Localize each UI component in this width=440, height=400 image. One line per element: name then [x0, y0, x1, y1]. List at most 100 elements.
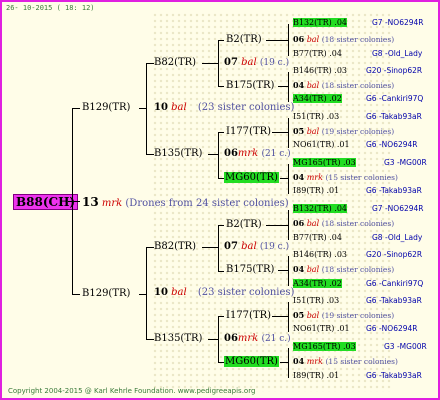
root-queen[interactable]: B88(CH) [13, 194, 79, 210]
gen1-code: mrk [101, 198, 123, 209]
upper-b2-number: 06 [293, 34, 305, 44]
lower-mg60-bot-label[interactable]: I89(TR) .01 [293, 372, 339, 380]
lower-b2-bot-label[interactable]: B77(TR) .04 [293, 234, 342, 242]
upper-b2-top: B132(TR) .04 [293, 18, 348, 27]
upper-a-vertical [218, 40, 219, 87]
upper-b175-vertical [288, 72, 289, 102]
lower-b175-top-label[interactable]: B146(TR) .03 [293, 251, 347, 259]
lower-b175-bot-beekeeper[interactable]: G6 -Cankiri97Q [366, 280, 423, 288]
lower-i177-top-beekeeper[interactable]: G6 -Takab93aR [366, 297, 422, 305]
lower-b2-top-beekeeper[interactable]: G7 -NO6294R [372, 205, 424, 213]
lower-queen[interactable]: B129(TR) [82, 289, 130, 299]
lower-i177-code: bal [306, 311, 320, 320]
lower-a-top-connector [218, 225, 224, 226]
pedigree-frame: 26- 10-2015 ( 18: 12) B88(CH) 13 mrk (Dr… [0, 0, 440, 400]
lower-b2-code: bal [306, 219, 320, 228]
upper-b2-queen[interactable]: B2(TR) [226, 35, 262, 45]
upper-b-note: (21 c.) [261, 149, 291, 159]
lower-mg60-top-beekeeper[interactable]: G3 -MG00R [384, 343, 427, 351]
upper-mg60-vertical [288, 164, 289, 194]
upper-i177-queen[interactable]: I177(TR) [226, 127, 271, 137]
upper-mg60-code: mrk [306, 173, 323, 182]
date-stamp: 26- 10-2015 ( 18: 12) [6, 4, 95, 12]
upper-b175-bot-beekeeper[interactable]: G6 -Cankiri97Q [366, 95, 423, 103]
upper-a-queen[interactable]: B82(TR) [154, 58, 196, 68]
upper-i177-vertical [288, 118, 289, 148]
upper-a-bottom-connector [218, 86, 224, 87]
gen1-note: (Drones from 24 sister colonies) [125, 198, 289, 209]
upper-b175-top-beekeeper[interactable]: G20 -Sinop62R [366, 67, 422, 75]
gen1-number: 13 [82, 195, 99, 209]
upper-b175-top-label[interactable]: B146(TR) .03 [293, 67, 347, 75]
upper-a-link [202, 63, 218, 64]
lower-b2-queen[interactable]: B2(TR) [226, 220, 262, 230]
lower-b-note: (21 c.) [261, 334, 291, 344]
upper-i177-number: 05 [293, 126, 305, 136]
lower-a-queen[interactable]: B82(TR) [154, 242, 196, 252]
lower-mg60-info: 04 mrk (15 sister colonies) [293, 357, 398, 366]
lower-i177-queen[interactable]: I177(TR) [226, 311, 271, 321]
upper-b175-number: 04 [293, 80, 305, 90]
upper-mg60-number: 04 [293, 172, 305, 182]
upper-mg60-info: 04 mrk (15 sister colonies) [293, 173, 398, 182]
upper-b2-top-label[interactable]: B132(TR) .04 [293, 18, 348, 27]
upper-b-link [208, 154, 218, 155]
upper-i177-bot-label[interactable]: NO61(TR) .01 [293, 141, 350, 149]
lower-i177-bot-label[interactable]: NO61(TR) .01 [293, 325, 350, 333]
lower-b-info: 06mrk (21 c.) [224, 334, 291, 344]
upper-i177-note: (19 sister colonies) [321, 127, 395, 136]
upper-i177-top-beekeeper[interactable]: G6 -Takab93aR [366, 113, 422, 121]
upper-i177-top-label[interactable]: I51(TR) .03 [293, 113, 339, 121]
upper-mg60-top-label[interactable]: MG165(TR) .03 [293, 158, 356, 167]
lower-b-queen[interactable]: B135(TR) [154, 334, 202, 344]
lower-mg60-link [280, 362, 288, 363]
lower-b2-top: B132(TR) .04 [293, 204, 348, 213]
lower-mg60-code: mrk [306, 357, 323, 366]
upper-b-top-connector [218, 132, 224, 133]
lower-mg60-bot-beekeeper[interactable]: G6 -Takab93aR [366, 372, 422, 380]
lower-a-code: bal [241, 241, 257, 252]
lower-b2-info: 06 bal (18 sister colonies) [293, 219, 394, 228]
lower-info: 10 bal (23 sister colonies) [154, 288, 294, 298]
upper-a-note: (19 c.) [259, 58, 290, 68]
lower-b-top-connector [218, 316, 224, 317]
lower-b175-bot-label[interactable]: A34(TR) .02 [293, 279, 342, 288]
upper-b-connector [146, 154, 154, 155]
lower-note: (23 sister colonies) [197, 287, 295, 298]
upper-b2-top-beekeeper[interactable]: G7 -NO6294R [372, 19, 424, 27]
lower-mg60-top-label[interactable]: MG165(TR) .03 [293, 342, 356, 351]
upper-mg60-bot-label[interactable]: I89(TR) .01 [293, 187, 339, 195]
root-connector [68, 201, 80, 202]
upper-b2-bot-label[interactable]: B77(TR) .04 [293, 50, 342, 58]
lower-vertical-line [146, 247, 147, 340]
lower-b175-note: (18 sister colonies) [321, 265, 395, 274]
upper-b-queen[interactable]: B135(TR) [154, 149, 202, 159]
upper-mg60-top-beekeeper[interactable]: G3 -MG00R [384, 159, 427, 167]
lower-b175-queen[interactable]: B175(TR) [226, 265, 274, 275]
lower-i177-bot-beekeeper[interactable]: G6 -NO6294R [366, 325, 418, 333]
lower-b2-note: (18 sister colonies) [321, 219, 395, 228]
lower-b2-number: 06 [293, 218, 305, 228]
lower-mg60-queen[interactable]: MG60(TR) [224, 356, 279, 367]
upper-mg60-bot-beekeeper[interactable]: G6 -Takab93aR [366, 187, 422, 195]
lower-b2-top-label[interactable]: B132(TR) .04 [293, 204, 348, 213]
lower-b175-top-beekeeper[interactable]: G20 -Sinop62R [366, 251, 422, 259]
lower-b2-link [266, 225, 288, 226]
upper-b2-bot-beekeeper[interactable]: G8 -Old_Lady [372, 50, 422, 58]
upper-mg60-queen[interactable]: MG60(TR) [224, 172, 279, 183]
upper-i177-bot-beekeeper[interactable]: G6 -NO6294R [366, 141, 418, 149]
lower-i177-top-label[interactable]: I51(TR) .03 [293, 297, 339, 305]
gen1-vertical-line [72, 108, 73, 295]
lower-b175-info: 04 bal (18 sister colonies) [293, 265, 394, 274]
upper-mg60-note: (15 sister colonies) [325, 173, 398, 182]
lower-mg60: MG60(TR) [224, 356, 279, 367]
upper-b175-bot-label[interactable]: A34(TR) .02 [293, 94, 342, 103]
upper-a-code: bal [241, 57, 257, 68]
upper-mg60: MG60(TR) [224, 172, 279, 183]
upper-queen[interactable]: B129(TR) [82, 103, 130, 113]
upper-b175-queen[interactable]: B175(TR) [226, 81, 274, 91]
lower-b175-number: 04 [293, 264, 305, 274]
upper-vertical-line [146, 63, 147, 155]
lower-b2-bot-beekeeper[interactable]: G8 -Old_Lady [372, 234, 422, 242]
lower-b175-code: bal [306, 265, 320, 274]
